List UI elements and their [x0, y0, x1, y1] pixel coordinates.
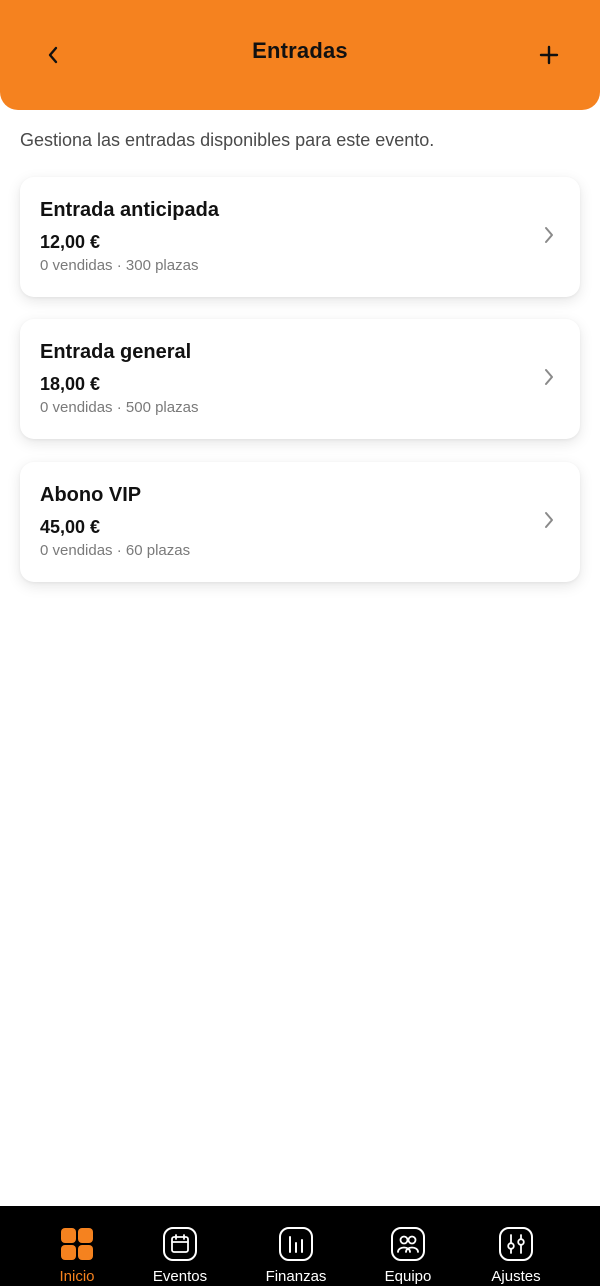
tab-finanzas[interactable]: Finanzas [246, 1206, 346, 1286]
ticket-card[interactable]: Entrada general 18,00 € 0 vendidas · 500… [20, 319, 580, 439]
grid-icon [61, 1228, 93, 1260]
app-header: Entradas [0, 0, 600, 110]
tab-ajustes[interactable]: Ajustes [466, 1206, 566, 1286]
ticket-price: 18,00 € [40, 374, 101, 394]
tab-inicio[interactable]: Inicio [27, 1206, 127, 1286]
bar-chart-icon [279, 1227, 313, 1261]
tab-equipo[interactable]: Equipo [358, 1206, 458, 1286]
ticket-name: Entrada anticipada [40, 199, 219, 221]
ticket-price: 12,00 € [40, 232, 101, 252]
tab-label: Finanzas [265, 1268, 327, 1285]
team-icon [391, 1227, 425, 1261]
page-description: Gestiona las entradas disponibles para e… [20, 130, 435, 150]
tab-label: Equipo [384, 1268, 432, 1285]
page-title: Entradas [252, 38, 348, 63]
calendar-icon [163, 1227, 197, 1261]
ticket-meta: 0 vendidas · 300 plazas [40, 257, 199, 274]
bottom-tab-bar: Inicio Eventos Finanzas Equipo Ajustes [0, 1206, 600, 1286]
chevron-right-icon [545, 369, 553, 385]
tab-label: Ajustes [491, 1268, 541, 1285]
ticket-meta: 0 vendidas · 500 plazas [40, 399, 199, 416]
ticket-price: 45,00 € [40, 517, 101, 537]
ticket-meta: 0 vendidas · 60 plazas [40, 542, 191, 559]
plus-icon [539, 45, 559, 65]
ticket-card[interactable]: Entrada anticipada 12,00 € 0 vendidas · … [20, 177, 580, 297]
tab-label: Eventos [152, 1268, 208, 1285]
tab-label: Inicio [59, 1268, 95, 1285]
ticket-name: Abono VIP [40, 484, 142, 506]
chevron-right-icon [545, 227, 553, 243]
chevron-right-icon [545, 512, 553, 528]
sliders-icon [499, 1227, 533, 1261]
ticket-card[interactable]: Abono VIP 45,00 € 0 vendidas · 60 plazas [20, 462, 580, 582]
ticket-name: Entrada general [40, 341, 192, 363]
add-ticket-button[interactable] [532, 38, 566, 72]
tab-eventos[interactable]: Eventos [130, 1206, 230, 1286]
